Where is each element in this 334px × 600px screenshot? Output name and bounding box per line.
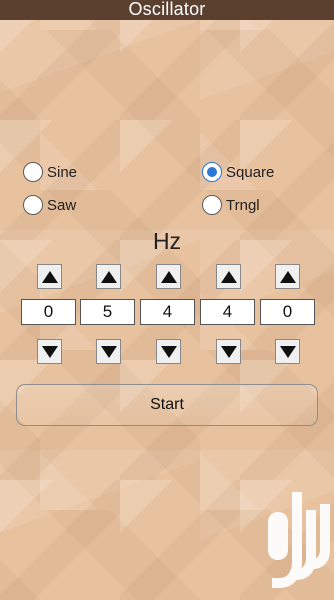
radio-triangle-indicator	[202, 195, 222, 215]
increment-digit-5-button[interactable]	[275, 264, 300, 289]
increment-digit-2-button[interactable]	[96, 264, 121, 289]
triangle-up-icon	[41, 270, 58, 283]
start-button[interactable]: Start	[16, 384, 318, 426]
radio-square-label: Square	[226, 163, 275, 181]
increment-digit-4-button[interactable]	[216, 264, 241, 289]
decrement-digit-1-button[interactable]	[37, 339, 62, 364]
decrement-digit-4-button[interactable]	[216, 339, 241, 364]
increment-digit-3-button[interactable]	[156, 264, 181, 289]
triangle-down-icon	[100, 345, 117, 358]
decrement-digit-3-button[interactable]	[156, 339, 181, 364]
radio-square[interactable]: Square	[202, 160, 274, 184]
frequency-digit-3[interactable]: 4	[140, 299, 195, 325]
radio-sine-indicator	[23, 162, 43, 182]
triangle-down-icon	[279, 345, 296, 358]
triangle-down-icon	[41, 345, 58, 358]
triangle-down-icon	[220, 345, 237, 358]
radio-square-selected-dot	[207, 167, 217, 177]
radio-triangle-label: Trngl	[226, 196, 260, 214]
radio-saw-label: Saw	[47, 196, 77, 214]
decrement-digit-5-button[interactable]	[275, 339, 300, 364]
app-title-bar: Oscillator	[0, 0, 334, 20]
frequency-digit-2[interactable]: 5	[80, 299, 135, 325]
radio-sine[interactable]: Sine	[23, 160, 77, 184]
frequency-digit-5[interactable]: 0	[260, 299, 315, 325]
triangle-up-icon	[100, 270, 117, 283]
triangle-down-icon	[160, 345, 177, 358]
triangle-up-icon	[220, 270, 237, 283]
frequency-unit-label: Hz	[152, 228, 182, 254]
increment-digit-1-button[interactable]	[37, 264, 62, 289]
app-title: Oscillator	[128, 0, 206, 19]
frequency-digit-4[interactable]: 4	[200, 299, 255, 325]
decrement-digit-2-button[interactable]	[96, 339, 121, 364]
radio-saw-indicator	[23, 195, 43, 215]
radio-square-indicator	[202, 162, 222, 182]
radio-sine-label: Sine	[47, 163, 78, 181]
frequency-digit-1[interactable]: 0	[21, 299, 76, 325]
bazaar-logo-watermark-icon	[268, 492, 330, 588]
radio-saw[interactable]: Saw	[23, 193, 76, 217]
radio-triangle[interactable]: Trngl	[202, 193, 260, 217]
triangle-up-icon	[160, 270, 177, 283]
triangle-up-icon	[279, 270, 296, 283]
